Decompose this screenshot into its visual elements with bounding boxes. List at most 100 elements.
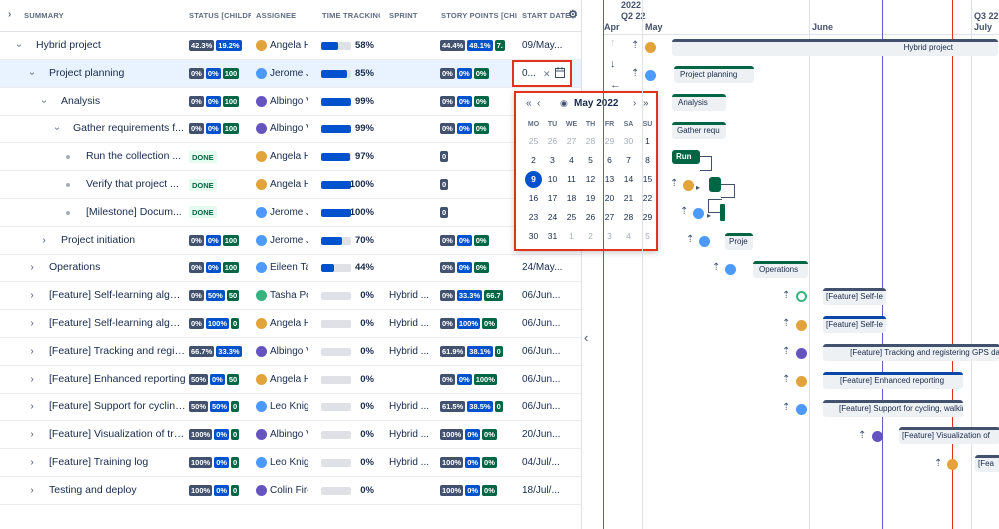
summary-cell[interactable]: [Feature] Training log — [49, 449, 186, 476]
table-row[interactable]: › Operations 0% 0% 100 Eileen Ta 44% 0% 0% 0% 24/M… — [0, 254, 581, 283]
calendar-day[interactable]: 1 — [562, 228, 581, 245]
table-row[interactable]: › [Feature] Visualization of tra... 100% 0%… — [0, 421, 581, 450]
calendar-day[interactable]: 11 — [562, 171, 581, 188]
calendar-day[interactable]: 29 — [600, 133, 619, 150]
chevron-right-icon[interactable]: › — [27, 310, 37, 337]
calendar-day[interactable]: 23 — [524, 209, 543, 226]
assignee-cell[interactable]: Tasha Po — [256, 282, 308, 309]
gantt-up-icon[interactable]: ⇡ — [631, 68, 639, 79]
move-down-icon[interactable]: ↓ — [610, 58, 616, 70]
calendar-day[interactable]: 7 — [619, 152, 638, 169]
calendar-day[interactable]: 17 — [543, 190, 562, 207]
start-date-cell[interactable]: 06/Jun... — [522, 282, 580, 309]
col-start-date[interactable]: START DATE — [522, 11, 570, 20]
chevron-right-icon[interactable]: › — [27, 421, 37, 448]
col-story-points[interactable]: STORY POINTS [CHILDR — [441, 11, 517, 20]
table-row[interactable]: › [Feature] Self-learning algori... 0% 50% 5… — [0, 282, 581, 311]
sprint-cell[interactable] — [389, 115, 429, 142]
table-row[interactable]: › [Feature] Self-learning algori... 0% 100%… — [0, 310, 581, 338]
chevron-right-icon[interactable]: › — [27, 254, 37, 281]
table-row[interactable]: ›Testing and deploy100%0%0Colin Fire0%10… — [0, 477, 581, 505]
collapse-panel-icon[interactable]: ‹ — [584, 330, 588, 345]
table-row[interactable]: › Hybrid project 42.3% 19.2% Angela H 58% 44.4… — [0, 32, 581, 60]
sprint-cell[interactable]: Hybrid ... — [389, 393, 429, 420]
assignee-cell[interactable]: Angela H — [256, 366, 308, 393]
bar-project-initiation[interactable]: Proje — [725, 233, 753, 250]
sprint-cell[interactable] — [389, 254, 429, 281]
summary-cell[interactable]: Run the collection ... — [86, 143, 186, 170]
calendar-day[interactable]: 28 — [581, 133, 600, 150]
gantt-up-icon[interactable]: ⇡ — [631, 40, 639, 51]
summary-cell[interactable]: Analysis — [61, 88, 186, 115]
calendar-day[interactable]: 26 — [543, 133, 562, 150]
assignee-cell[interactable]: Angela H — [256, 32, 308, 59]
chevron-down-icon[interactable]: › — [19, 68, 46, 78]
assignee-cell[interactable]: Albingo V — [256, 88, 308, 115]
table-row[interactable]: › [Feature] Support for cycling... 50% 50% 0… — [0, 393, 581, 422]
start-date-editor[interactable]: 0... ✕ — [512, 60, 572, 87]
assignee-cell[interactable]: Albingo V — [256, 115, 308, 142]
assignee-cell[interactable]: Albingo V — [256, 338, 308, 365]
summary-cell[interactable]: [Feature] Support for cycling... — [49, 393, 186, 420]
sprint-cell[interactable]: Hybrid ... — [389, 421, 429, 448]
assignee-cell[interactable]: Jerome J — [256, 199, 308, 226]
sprint-cell[interactable]: Hybrid ... — [389, 449, 429, 476]
calendar-day[interactable]: 27 — [562, 133, 581, 150]
calendar-day[interactable]: 8 — [638, 152, 657, 169]
calendar-day[interactable]: 16 — [524, 190, 543, 207]
calendar-day[interactable]: 1 — [638, 133, 657, 150]
assignee-cell[interactable]: Eileen Ta — [256, 254, 308, 281]
outdent-icon[interactable]: ← — [610, 79, 621, 91]
col-time-tracking[interactable]: TIME TRACKING (S — [322, 11, 380, 20]
summary-cell[interactable]: [Feature] Enhanced reporting — [49, 366, 186, 393]
sprint-cell[interactable]: Hybrid ... — [389, 282, 429, 309]
summary-cell[interactable]: [Milestone] Docum... — [86, 199, 186, 226]
start-date-cell[interactable]: 09/May... — [522, 32, 580, 59]
start-date-cell[interactable]: 20/Jun... — [522, 421, 580, 448]
sprint-cell[interactable] — [389, 143, 429, 170]
sprint-cell[interactable]: Hybrid ... — [389, 338, 429, 365]
bar-run-collection[interactable]: Run — [672, 150, 700, 164]
calendar-day[interactable]: 2 — [524, 152, 543, 169]
expand-all-icon[interactable]: › — [8, 9, 12, 20]
calendar-day[interactable]: 30 — [619, 133, 638, 150]
gantt-up-icon[interactable]: ⇡ — [782, 374, 790, 385]
clear-date-icon[interactable]: ✕ — [543, 69, 551, 80]
calendar-day[interactable]: 21 — [619, 190, 638, 207]
assignee-cell[interactable]: Angela H — [256, 310, 308, 337]
bar-operations[interactable]: Operations — [753, 261, 808, 278]
summary-cell[interactable]: Project initiation — [61, 227, 186, 254]
sprint-cell[interactable] — [389, 32, 429, 59]
bar-feature-visualization[interactable]: [Feature] Visualization of — [899, 427, 999, 444]
calendar-day[interactable]: 4 — [619, 228, 638, 245]
chevron-right-icon[interactable]: › — [39, 227, 49, 254]
calendar-day[interactable]: 18 — [562, 190, 581, 207]
start-date-cell[interactable]: 04/Jul/... — [522, 449, 580, 476]
bar-feature-self-learning-1[interactable]: [Feature] Self-le — [823, 288, 886, 305]
sprint-cell[interactable] — [389, 477, 429, 504]
calendar-day[interactable]: 6 — [600, 152, 619, 169]
assignee-cell[interactable]: Leo Knigh — [256, 449, 308, 476]
calendar-day[interactable]: 26 — [581, 209, 600, 226]
bar-gather-requirements[interactable]: Gather requ — [672, 122, 726, 139]
bar-project-planning[interactable]: Project planning — [674, 66, 754, 83]
calendar-day[interactable]: 25 — [562, 209, 581, 226]
summary-cell[interactable]: Project planning — [49, 60, 186, 87]
bar-feature-training-log[interactable]: [Fea — [975, 455, 999, 472]
chevron-down-icon[interactable]: › — [31, 96, 58, 106]
assignee-cell[interactable]: Jerome J — [256, 227, 308, 254]
col-sprint[interactable]: SPRINT — [389, 11, 418, 20]
calendar-day[interactable]: 25 — [524, 133, 543, 150]
table-row[interactable]: ›[Feature] Training log100%0%0Leo Knigh0… — [0, 449, 581, 477]
summary-cell[interactable]: Gather requirements f... — [73, 115, 186, 142]
calendar-day[interactable]: 3 — [600, 228, 619, 245]
summary-cell[interactable]: [Feature] Visualization of tra... — [49, 421, 186, 448]
calendar-day[interactable]: 24 — [543, 209, 562, 226]
table-row[interactable]: Run the collection ... DONE Angela H 97% 0 — [0, 143, 581, 172]
sprint-cell[interactable] — [389, 227, 429, 254]
gantt-up-icon[interactable]: ⇡ — [934, 458, 942, 469]
sprint-cell[interactable] — [389, 171, 429, 198]
bar-feature-self-learning-2[interactable]: [Feature] Self-le — [823, 316, 886, 333]
col-assignee[interactable]: ASSIGNEE — [256, 11, 296, 20]
table-row[interactable]: Verify that project ... DONE Angela H 100% 0 — [0, 171, 581, 199]
